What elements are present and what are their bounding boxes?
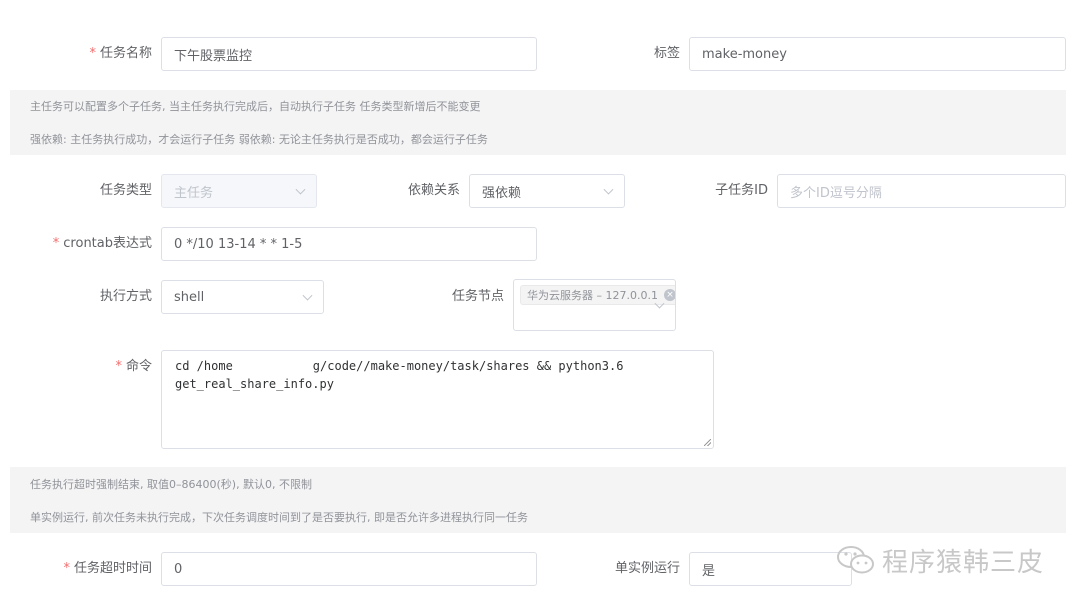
command-line-1: cd /home g/code//make-money/task/shares &… bbox=[175, 359, 624, 373]
task-type-label: 任务类型 bbox=[99, 183, 152, 198]
tip-dependency: 强依赖: 主任务执行成功，才会运行子任务 弱依赖: 无论主任务执行是否成功，都会… bbox=[10, 122, 1066, 155]
chevron-down-icon bbox=[295, 184, 306, 195]
timeout-label: * 任务超时时间 bbox=[63, 561, 152, 576]
timeout-input[interactable]: 0 bbox=[161, 552, 537, 586]
required-mark: * bbox=[115, 359, 122, 374]
tip-single-instance: 单实例运行, 前次任务未执行完成，下次任务调度时间到了是否要执行, 即是否允许多… bbox=[10, 500, 1066, 533]
chevron-down-icon bbox=[302, 290, 313, 301]
task-node-label: 任务节点 bbox=[451, 289, 504, 304]
dependency-select[interactable]: 强依赖 bbox=[469, 174, 625, 208]
command-textarea[interactable]: cd /home g/code//make-money/task/shares &… bbox=[161, 350, 714, 449]
resize-handle[interactable] bbox=[704, 439, 711, 446]
dependency-label: 依赖关系 bbox=[407, 183, 460, 198]
node-tag: 华为云服务器 – 127.0.0.1 × bbox=[520, 285, 675, 305]
task-name-input[interactable]: 下午股票监控 bbox=[161, 37, 537, 71]
required-mark: * bbox=[63, 561, 70, 576]
wechat-icon bbox=[837, 546, 874, 574]
watermark: 程序猿韩三皮 bbox=[836, 540, 1044, 580]
required-mark: * bbox=[89, 46, 96, 61]
tip-timeout: 任务执行超时强制结束, 取值0–86400(秒), 默认0, 不限制 bbox=[10, 467, 1066, 500]
single-instance-label: 单实例运行 bbox=[614, 561, 680, 576]
command-label: * 命令 bbox=[115, 359, 152, 374]
child-task-id-label: 子任务ID bbox=[715, 183, 768, 198]
close-icon[interactable]: × bbox=[663, 289, 675, 301]
exec-mode-select[interactable]: shell bbox=[161, 280, 324, 314]
required-mark: * bbox=[52, 236, 60, 251]
exec-mode-label: 执行方式 bbox=[99, 289, 152, 304]
crontab-label: * crontab表达式 bbox=[52, 236, 152, 251]
tip-subtask: 主任务可以配置多个子任务, 当主任务执行完成后，自动执行子任务 任务类型新增后不… bbox=[10, 90, 1066, 122]
task-node-select[interactable]: 华为云服务器 – 127.0.0.1 × bbox=[513, 279, 676, 331]
task-name-label: * 任务名称 bbox=[89, 46, 152, 61]
single-instance-select[interactable]: 是 bbox=[689, 552, 852, 586]
child-task-id-input[interactable]: 多个ID逗号分隔 bbox=[777, 174, 1066, 208]
task-type-select[interactable]: 主任务 bbox=[161, 174, 317, 208]
crontab-input[interactable]: 0 */10 13-14 * * 1-5 bbox=[161, 227, 537, 261]
chevron-down-icon bbox=[603, 184, 614, 195]
tag-label: 标签 bbox=[653, 46, 680, 61]
tag-input[interactable]: make-money bbox=[689, 37, 1066, 71]
command-line-2: get_real_share_info.py bbox=[175, 377, 334, 391]
